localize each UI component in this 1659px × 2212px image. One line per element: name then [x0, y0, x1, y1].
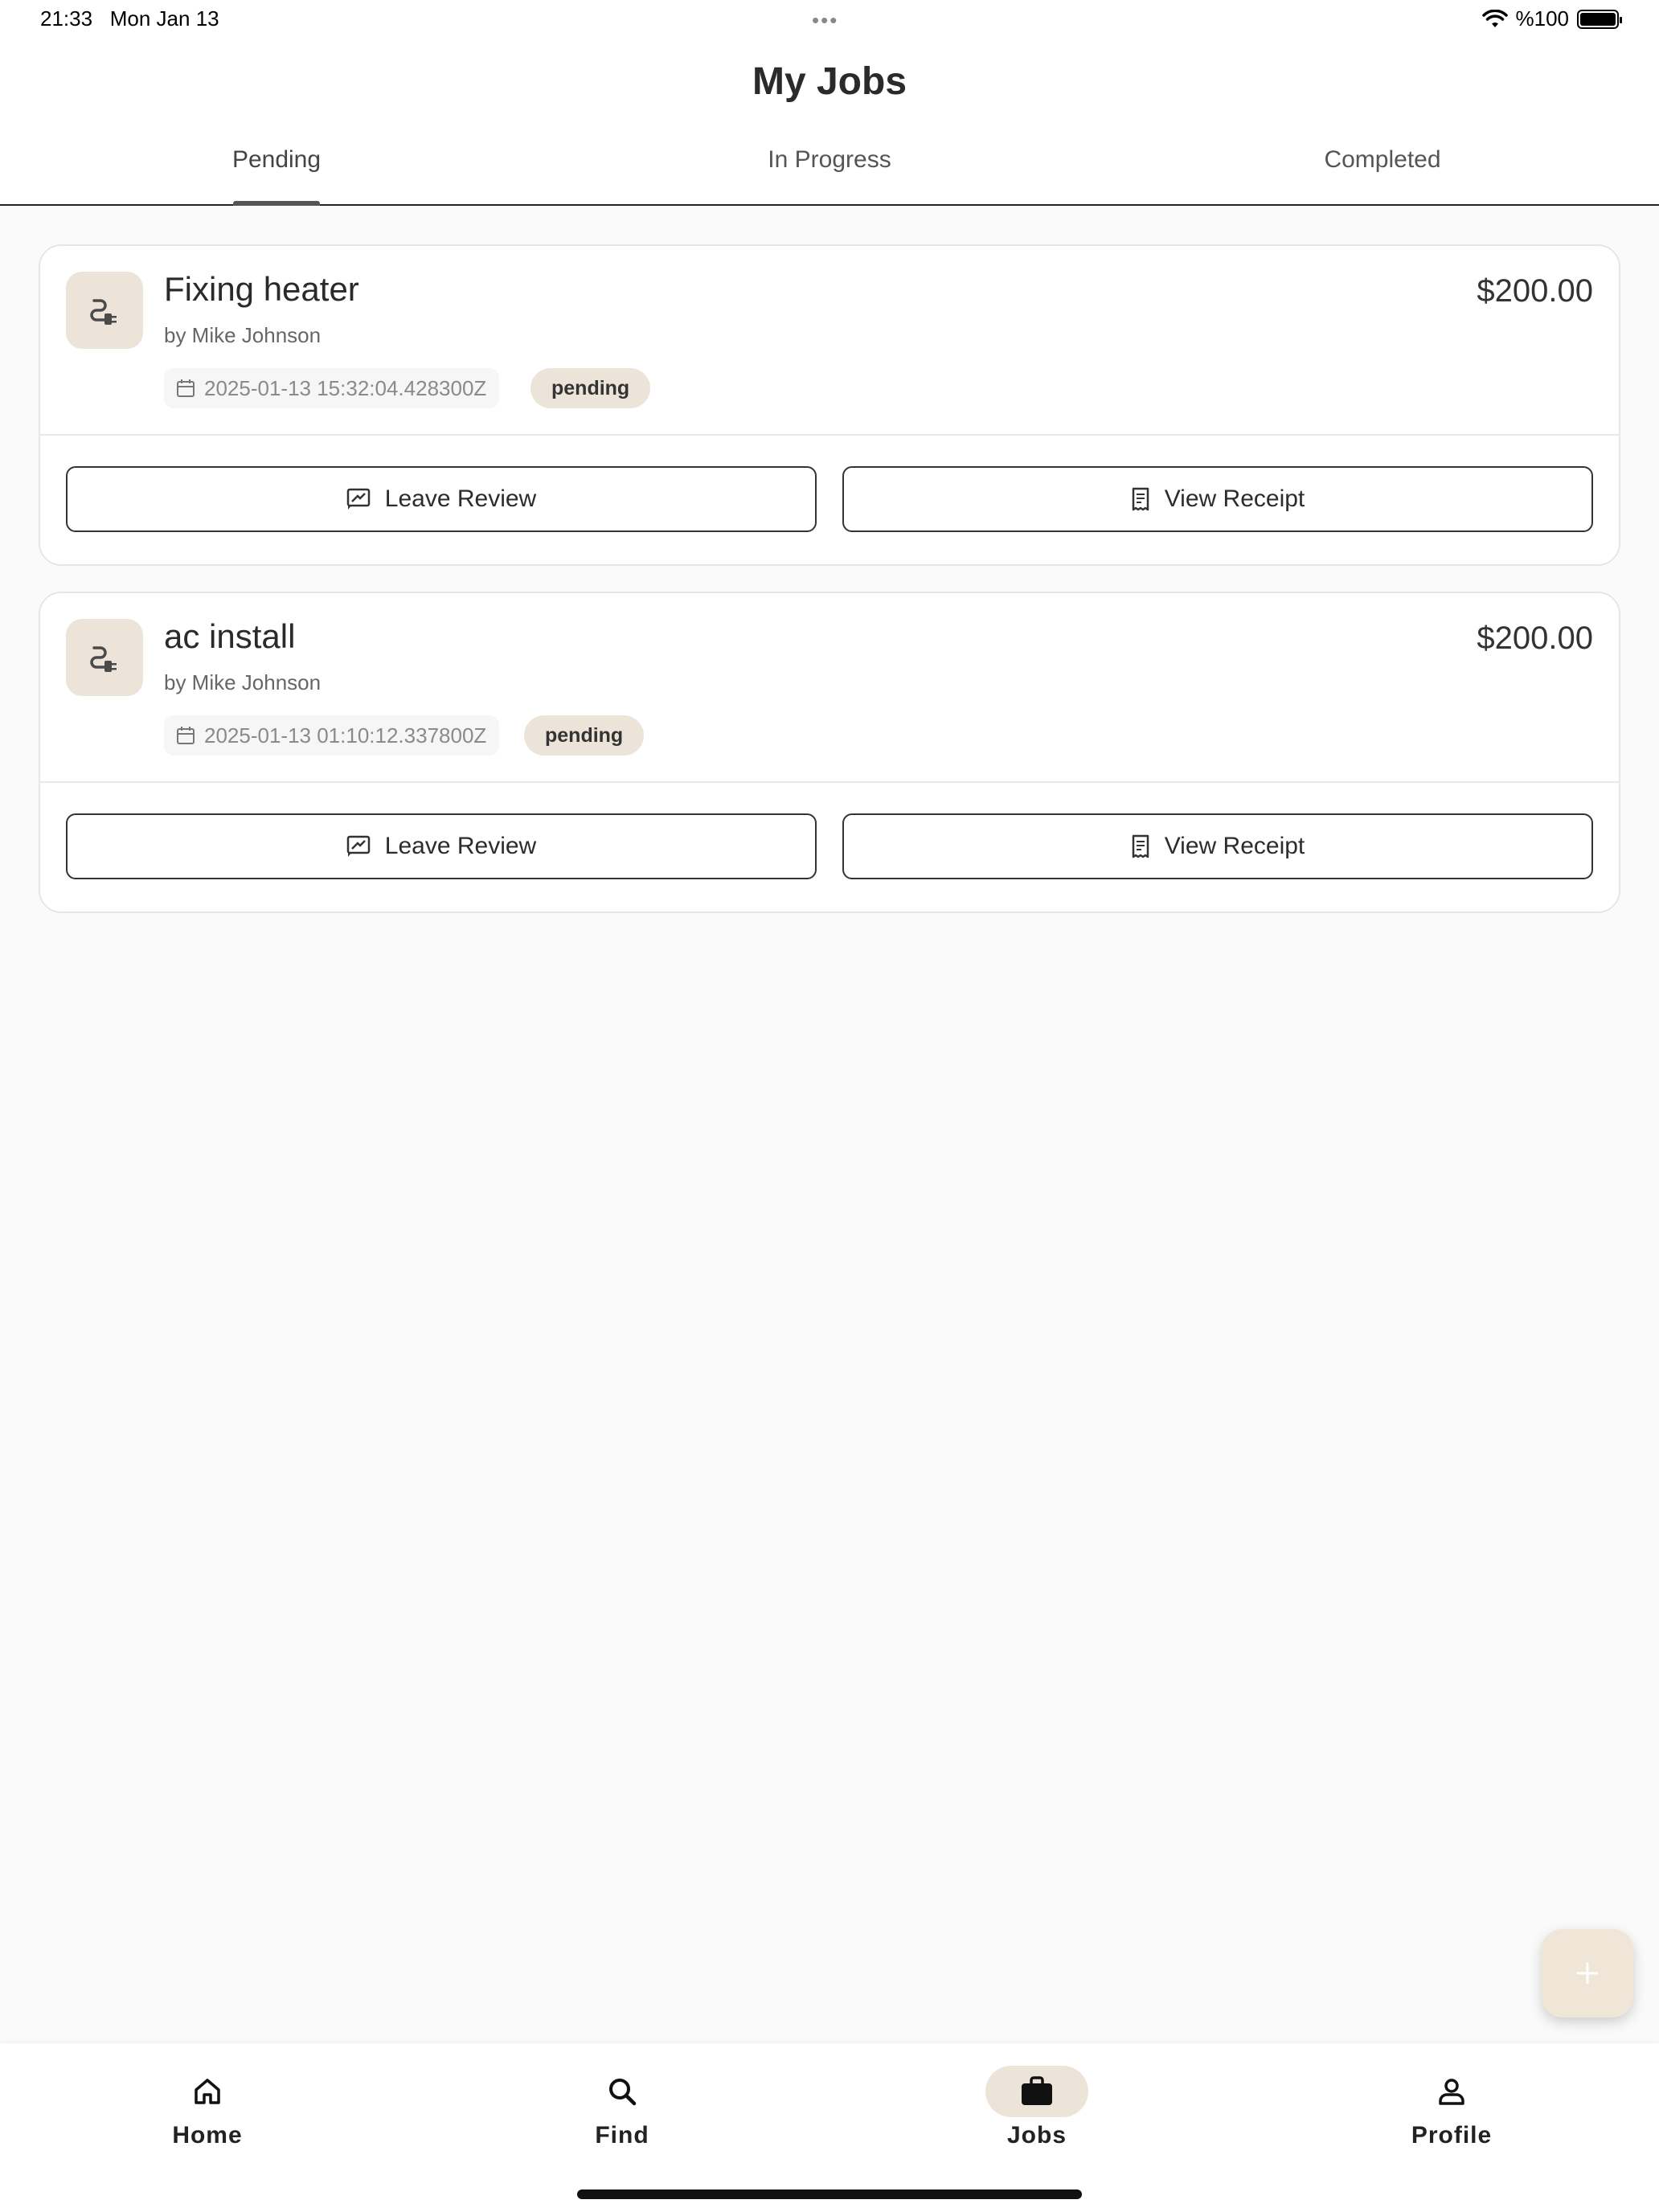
button-label: View Receipt — [1164, 833, 1305, 859]
battery-icon — [1577, 9, 1622, 29]
job-card[interactable]: ac install by Mike Johnson $200.00 2025-… — [39, 592, 1620, 913]
nav-profile[interactable]: Profile — [1347, 2066, 1556, 2154]
calendar-icon — [177, 379, 195, 397]
status-badge: pending — [530, 368, 651, 408]
receipt-icon — [1132, 834, 1149, 858]
card-divider — [40, 434, 1619, 436]
nav-label: Find — [595, 2122, 649, 2149]
job-thumbnail — [66, 619, 143, 696]
job-date: 2025-01-13 15:32:04.428300Z — [204, 375, 487, 400]
job-thumbnail — [66, 272, 143, 349]
review-icon — [346, 488, 371, 510]
nav-label: Home — [172, 2122, 243, 2149]
job-author: by Mike Johnson — [164, 670, 322, 694]
button-label: View Receipt — [1164, 485, 1305, 512]
plus-icon — [1576, 1962, 1599, 1985]
nav-home[interactable]: Home — [103, 2066, 312, 2154]
tab-label: Completed — [1324, 146, 1441, 173]
nav-icon-wrap — [571, 2066, 674, 2117]
nav-icon-wrap — [156, 2066, 259, 2117]
receipt-icon — [1132, 487, 1149, 511]
page-title: My Jobs — [752, 60, 907, 103]
calendar-icon — [177, 727, 195, 744]
date-chip: 2025-01-13 01:10:12.337800Z — [164, 715, 500, 756]
home-icon — [195, 2079, 220, 2104]
tab-label: In Progress — [768, 146, 891, 173]
nav-icon-wrap — [985, 2066, 1088, 2117]
status-clock: 21:33 — [40, 6, 93, 31]
nav-label: Profile — [1411, 2122, 1493, 2149]
briefcase-icon — [1022, 2076, 1052, 2105]
battery-percent: %100 — [1515, 6, 1570, 31]
job-title: Fixing heater — [164, 270, 359, 308]
nav-find[interactable]: Find — [518, 2066, 727, 2154]
leave-review-button[interactable]: Leave Review — [66, 466, 817, 532]
header: My Jobs Pending In Progress Completed — [0, 39, 1659, 206]
status-bar: 21:33 Mon Jan 13 ••• %100 — [0, 0, 1659, 39]
status-date: Mon Jan 13 — [109, 6, 219, 31]
job-author: by Mike Johnson — [164, 323, 322, 347]
home-indicator[interactable] — [577, 2189, 1082, 2199]
add-job-button[interactable] — [1542, 1929, 1633, 2017]
review-icon — [346, 835, 371, 857]
person-icon — [1439, 2079, 1464, 2105]
active-tab-indicator — [233, 201, 320, 206]
status-time: 21:33 Mon Jan 13 — [40, 6, 219, 31]
nav-label: Jobs — [1006, 2122, 1067, 2149]
tab-bar: Pending In Progress Completed — [0, 143, 1659, 206]
view-receipt-button[interactable]: View Receipt — [842, 466, 1593, 532]
wifi-icon — [1481, 9, 1508, 27]
job-price: $200.00 — [1477, 621, 1593, 656]
button-label: Leave Review — [384, 485, 537, 512]
bottom-navigation: Home Find Jobs Profile — [0, 2043, 1659, 2212]
nav-icon-wrap — [1400, 2066, 1503, 2117]
tab-completed[interactable]: Completed — [1106, 143, 1659, 206]
view-receipt-button[interactable]: View Receipt — [842, 813, 1593, 879]
tab-pending[interactable]: Pending — [0, 143, 553, 206]
nav-jobs[interactable]: Jobs — [932, 2066, 1141, 2154]
leave-review-button[interactable]: Leave Review — [66, 813, 817, 879]
multitasking-dots-icon[interactable]: ••• — [812, 8, 838, 33]
tab-in-progress[interactable]: In Progress — [553, 143, 1106, 206]
card-divider — [40, 781, 1619, 783]
date-chip: 2025-01-13 15:32:04.428300Z — [164, 368, 500, 408]
job-date: 2025-01-13 01:10:12.337800Z — [204, 723, 487, 748]
job-card[interactable]: Fixing heater by Mike Johnson $200.00 20… — [39, 244, 1620, 566]
job-title: ac install — [164, 617, 296, 655]
job-price: $200.00 — [1477, 273, 1593, 309]
button-label: Leave Review — [384, 833, 537, 859]
tab-label: Pending — [231, 146, 322, 173]
plug-icon — [90, 646, 117, 672]
search-icon — [609, 2079, 637, 2106]
status-badge: pending — [524, 715, 645, 756]
status-indicators: %100 — [1481, 6, 1622, 31]
plug-icon — [90, 299, 117, 325]
